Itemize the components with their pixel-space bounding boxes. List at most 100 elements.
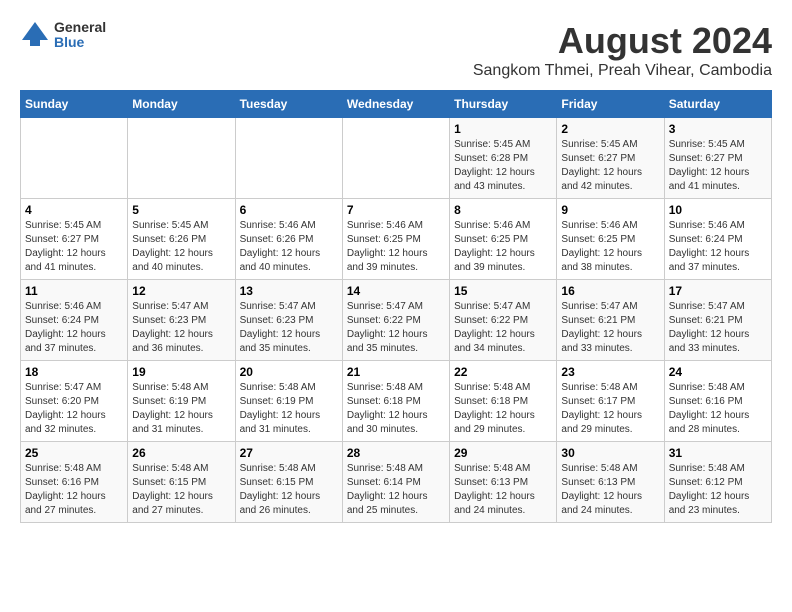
week-row-3: 18 Sunrise: 5:47 AM Sunset: 6:20 PM Dayli… [21,361,772,442]
day-info: Sunrise: 5:48 AM Sunset: 6:16 PM Dayligh… [669,381,767,437]
day-cell: 31 Sunrise: 5:48 AM Sunset: 6:12 PM Dayli… [664,442,771,523]
day-cell: 10 Sunrise: 5:46 AM Sunset: 6:24 PM Dayli… [664,199,771,280]
day-cell: 21 Sunrise: 5:48 AM Sunset: 6:18 PM Dayli… [342,361,449,442]
day-info: Sunrise: 5:48 AM Sunset: 6:13 PM Dayligh… [561,462,659,518]
day-info: Sunrise: 5:48 AM Sunset: 6:19 PM Dayligh… [132,381,230,437]
day-number: 11 [25,284,123,298]
logo: General Blue [20,20,106,51]
day-info: Sunrise: 5:47 AM Sunset: 6:22 PM Dayligh… [454,300,552,356]
day-cell: 19 Sunrise: 5:48 AM Sunset: 6:19 PM Dayli… [128,361,235,442]
header-day-saturday: Saturday [664,91,771,118]
day-number: 27 [240,446,338,460]
calendar-body: 1 Sunrise: 5:45 AM Sunset: 6:28 PM Daylig… [21,118,772,523]
day-cell: 6Sunrise: 5:46 AM Sunset: 6:26 PM Daylig… [235,199,342,280]
day-info: Sunrise: 5:46 AM Sunset: 6:24 PM Dayligh… [25,300,123,356]
header-day-monday: Monday [128,91,235,118]
day-number: 22 [454,365,552,379]
main-title: August 2024 [473,20,772,62]
day-info: Sunrise: 5:48 AM Sunset: 6:15 PM Dayligh… [240,462,338,518]
day-info: Sunrise: 5:45 AM Sunset: 6:28 PM Dayligh… [454,138,552,194]
day-number: 5 [132,203,230,217]
day-number: 6 [240,203,338,217]
header-day-tuesday: Tuesday [235,91,342,118]
week-row-4: 25 Sunrise: 5:48 AM Sunset: 6:16 PM Dayli… [21,442,772,523]
day-cell: 1 Sunrise: 5:45 AM Sunset: 6:28 PM Daylig… [450,118,557,199]
day-info: Sunrise: 5:48 AM Sunset: 6:18 PM Dayligh… [347,381,445,437]
day-number: 1 [454,122,552,136]
day-number: 30 [561,446,659,460]
day-info: Sunrise: 5:48 AM Sunset: 6:16 PM Dayligh… [25,462,123,518]
day-cell: 16 Sunrise: 5:47 AM Sunset: 6:21 PM Dayli… [557,280,664,361]
day-info: Sunrise: 5:47 AM Sunset: 6:22 PM Dayligh… [347,300,445,356]
day-cell [235,118,342,199]
day-cell: 20Sunrise: 5:48 AM Sunset: 6:19 PM Dayli… [235,361,342,442]
day-cell: 25 Sunrise: 5:48 AM Sunset: 6:16 PM Dayli… [21,442,128,523]
day-cell [342,118,449,199]
day-info: Sunrise: 5:45 AM Sunset: 6:27 PM Dayligh… [669,138,767,194]
day-number: 9 [561,203,659,217]
day-number: 13 [240,284,338,298]
day-cell: 4Sunrise: 5:45 AM Sunset: 6:27 PM Daylig… [21,199,128,280]
calendar-header: SundayMondayTuesdayWednesdayThursdayFrid… [21,91,772,118]
day-info: Sunrise: 5:47 AM Sunset: 6:20 PM Dayligh… [25,381,123,437]
day-info: Sunrise: 5:48 AM Sunset: 6:15 PM Dayligh… [132,462,230,518]
subtitle: Sangkom Thmei, Preah Vihear, Cambodia [473,62,772,80]
header-day-thursday: Thursday [450,91,557,118]
day-cell: 2Sunrise: 5:45 AM Sunset: 6:27 PM Daylig… [557,118,664,199]
day-number: 20 [240,365,338,379]
logo-general-text: General [54,20,106,35]
day-cell: 28 Sunrise: 5:48 AM Sunset: 6:14 PM Dayli… [342,442,449,523]
day-info: Sunrise: 5:48 AM Sunset: 6:13 PM Dayligh… [454,462,552,518]
week-row-1: 4Sunrise: 5:45 AM Sunset: 6:27 PM Daylig… [21,199,772,280]
day-number: 28 [347,446,445,460]
logo-text: General Blue [54,20,106,51]
day-number: 2 [561,122,659,136]
day-cell: 23Sunrise: 5:48 AM Sunset: 6:17 PM Dayli… [557,361,664,442]
day-number: 12 [132,284,230,298]
day-info: Sunrise: 5:48 AM Sunset: 6:18 PM Dayligh… [454,381,552,437]
day-cell: 12Sunrise: 5:47 AM Sunset: 6:23 PM Dayli… [128,280,235,361]
day-number: 19 [132,365,230,379]
day-info: Sunrise: 5:47 AM Sunset: 6:21 PM Dayligh… [561,300,659,356]
day-number: 26 [132,446,230,460]
day-number: 4 [25,203,123,217]
day-cell [128,118,235,199]
day-cell: 7Sunrise: 5:46 AM Sunset: 6:25 PM Daylig… [342,199,449,280]
day-number: 18 [25,365,123,379]
day-number: 25 [25,446,123,460]
day-info: Sunrise: 5:48 AM Sunset: 6:17 PM Dayligh… [561,381,659,437]
day-number: 7 [347,203,445,217]
day-info: Sunrise: 5:47 AM Sunset: 6:21 PM Dayligh… [669,300,767,356]
day-number: 21 [347,365,445,379]
day-cell: 8Sunrise: 5:46 AM Sunset: 6:25 PM Daylig… [450,199,557,280]
day-number: 10 [669,203,767,217]
day-cell: 24Sunrise: 5:48 AM Sunset: 6:16 PM Dayli… [664,361,771,442]
day-cell: 3 Sunrise: 5:45 AM Sunset: 6:27 PM Daylig… [664,118,771,199]
day-info: Sunrise: 5:48 AM Sunset: 6:14 PM Dayligh… [347,462,445,518]
header-day-friday: Friday [557,91,664,118]
day-number: 17 [669,284,767,298]
day-number: 14 [347,284,445,298]
week-row-0: 1 Sunrise: 5:45 AM Sunset: 6:28 PM Daylig… [21,118,772,199]
day-number: 16 [561,284,659,298]
calendar-table: SundayMondayTuesdayWednesdayThursdayFrid… [20,90,772,523]
header-day-sunday: Sunday [21,91,128,118]
header-row: SundayMondayTuesdayWednesdayThursdayFrid… [21,91,772,118]
day-cell: 15 Sunrise: 5:47 AM Sunset: 6:22 PM Dayli… [450,280,557,361]
day-info: Sunrise: 5:46 AM Sunset: 6:24 PM Dayligh… [669,219,767,275]
week-row-2: 11 Sunrise: 5:46 AM Sunset: 6:24 PM Dayli… [21,280,772,361]
day-info: Sunrise: 5:45 AM Sunset: 6:26 PM Dayligh… [132,219,230,275]
day-number: 3 [669,122,767,136]
day-cell: 22 Sunrise: 5:48 AM Sunset: 6:18 PM Dayli… [450,361,557,442]
day-info: Sunrise: 5:48 AM Sunset: 6:12 PM Dayligh… [669,462,767,518]
day-number: 8 [454,203,552,217]
day-number: 31 [669,446,767,460]
day-cell: 5 Sunrise: 5:45 AM Sunset: 6:26 PM Daylig… [128,199,235,280]
day-cell: 14 Sunrise: 5:47 AM Sunset: 6:22 PM Dayli… [342,280,449,361]
logo-icon [20,20,50,50]
day-cell: 11 Sunrise: 5:46 AM Sunset: 6:24 PM Dayli… [21,280,128,361]
day-number: 15 [454,284,552,298]
day-number: 29 [454,446,552,460]
day-cell: 9Sunrise: 5:46 AM Sunset: 6:25 PM Daylig… [557,199,664,280]
day-cell: 17 Sunrise: 5:47 AM Sunset: 6:21 PM Dayli… [664,280,771,361]
